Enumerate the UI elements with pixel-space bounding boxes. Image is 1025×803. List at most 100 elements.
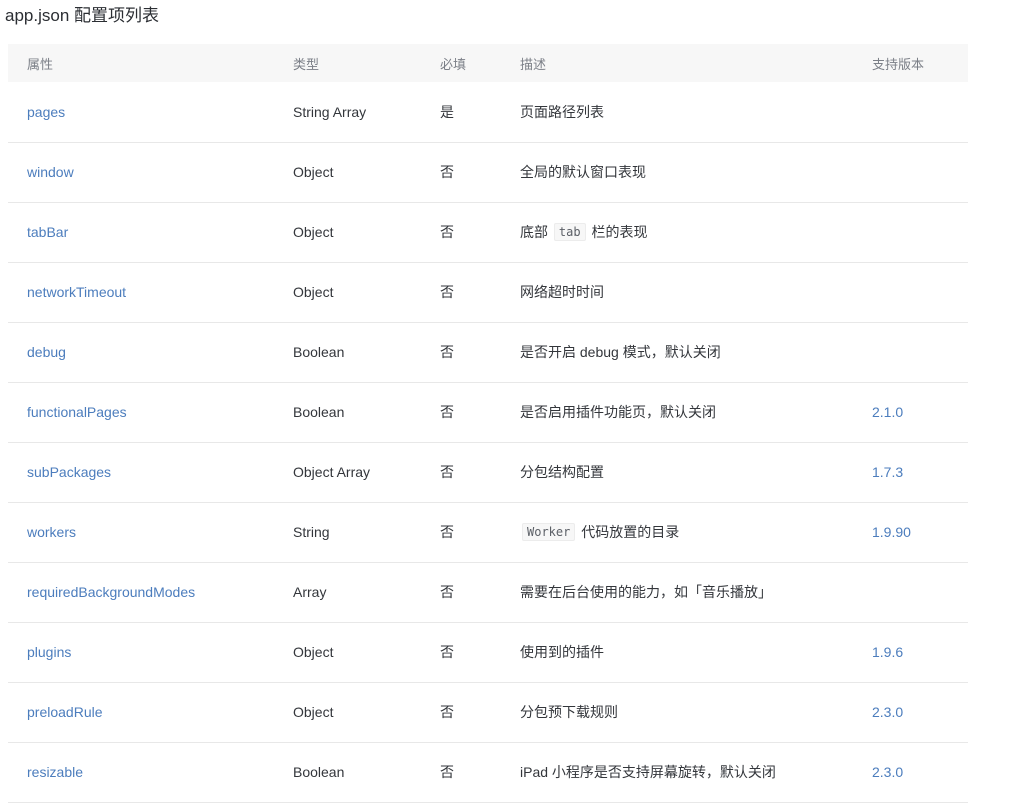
description-cell: 底部 tab 栏的表现	[501, 202, 853, 263]
required-cell: 否	[421, 262, 501, 323]
property-link-pages[interactable]: pages	[27, 104, 65, 120]
description-cell: 网络超时时间	[501, 262, 853, 323]
type-cell: Object	[274, 142, 421, 203]
property-cell: debug	[8, 322, 274, 383]
required-cell: 否	[421, 742, 501, 803]
type-cell: Object	[274, 682, 421, 743]
description-text: 需要在后台使用的能力，如「音乐播放」	[520, 584, 772, 600]
required-cell: 否	[421, 382, 501, 443]
version-cell: 1.9.6	[853, 622, 968, 683]
description-text: 分包结构配置	[520, 464, 604, 480]
description-text: 底部	[520, 224, 552, 240]
property-cell: subPackages	[8, 442, 274, 503]
type-cell: Object	[274, 202, 421, 263]
required-cell: 否	[421, 622, 501, 683]
inline-code: tab	[553, 223, 586, 241]
description-text: 栏的表现	[587, 224, 648, 240]
type-cell: Array	[274, 562, 421, 623]
description-cell: iPad 小程序是否支持屏幕旋转，默认关闭	[501, 742, 853, 803]
table-row-preloadRule: preloadRule Object 否 分包预下载规则 2.3.0	[8, 682, 968, 743]
required-cell: 否	[421, 322, 501, 383]
description-text: 是否开启 debug 模式，默认关闭	[520, 344, 721, 360]
table-row-window: window Object 否 全局的默认窗口表现	[8, 142, 968, 203]
description-cell: 需要在后台使用的能力，如「音乐播放」	[501, 562, 853, 623]
type-cell: Object	[274, 622, 421, 683]
description-cell: 分包预下载规则	[501, 682, 853, 743]
version-link-subPackages[interactable]: 1.7.3	[872, 464, 903, 480]
property-link-subPackages[interactable]: subPackages	[27, 464, 111, 480]
description-cell: 页面路径列表	[501, 82, 853, 143]
property-link-networkTimeout[interactable]: networkTimeout	[27, 284, 126, 300]
property-cell: functionalPages	[8, 382, 274, 443]
table-row-workers: workers String 否 Worker 代码放置的目录 1.9.90	[8, 502, 968, 563]
description-cell: 全局的默认窗口表现	[501, 142, 853, 203]
property-cell: plugins	[8, 622, 274, 683]
property-cell: requiredBackgroundModes	[8, 562, 274, 623]
version-link-plugins[interactable]: 1.9.6	[872, 644, 903, 660]
column-header-type: 类型	[274, 44, 421, 82]
required-cell: 否	[421, 562, 501, 623]
version-cell	[853, 562, 968, 623]
table-row-functionalPages: functionalPages Boolean 否 是否启用插件功能页，默认关闭 2.1…	[8, 382, 968, 443]
property-link-plugins[interactable]: plugins	[27, 644, 71, 660]
inline-code: Worker	[522, 523, 576, 541]
version-cell	[853, 82, 968, 143]
property-link-debug[interactable]: debug	[27, 344, 66, 360]
required-cell: 否	[421, 502, 501, 563]
property-link-preloadRule[interactable]: preloadRule	[27, 704, 103, 720]
type-cell: Boolean	[274, 322, 421, 383]
table-row-subPackages: subPackages Object Array 否 分包结构配置 1.7.3	[8, 442, 968, 503]
property-cell: pages	[8, 82, 274, 143]
version-link-functionalPages[interactable]: 2.1.0	[872, 404, 903, 420]
table-row-plugins: plugins Object 否 使用到的插件 1.9.6	[8, 622, 968, 683]
description-text: iPad 小程序是否支持屏幕旋转，默认关闭	[520, 764, 776, 780]
type-cell: Object Array	[274, 442, 421, 503]
property-cell: window	[8, 142, 274, 203]
version-cell	[853, 142, 968, 203]
version-link-preloadRule[interactable]: 2.3.0	[872, 704, 903, 720]
version-cell	[853, 322, 968, 383]
required-cell: 否	[421, 142, 501, 203]
table-row-networkTimeout: networkTimeout Object 否 网络超时时间	[8, 262, 968, 323]
table-row-debug: debug Boolean 否 是否开启 debug 模式，默认关闭	[8, 322, 968, 383]
page-title: app.json 配置项列表	[5, 6, 159, 25]
table-row-tabBar: tabBar Object 否底部 tab 栏的表现	[8, 202, 968, 263]
version-cell	[853, 202, 968, 263]
property-cell: networkTimeout	[8, 262, 274, 323]
type-cell: Object	[274, 262, 421, 323]
property-link-resizable[interactable]: resizable	[27, 764, 83, 780]
version-link-workers[interactable]: 1.9.90	[872, 524, 911, 540]
description-cell: 分包结构配置	[501, 442, 853, 503]
table-row-pages: pages String Array 是 页面路径列表	[8, 82, 968, 143]
description-cell: Worker 代码放置的目录	[501, 502, 853, 563]
config-table: 属性 类型 必填 描述 支持版本 pages String Array 是页面路径列表 win…	[8, 44, 968, 803]
version-cell: 1.7.3	[853, 442, 968, 503]
version-cell: 2.1.0	[853, 382, 968, 443]
description-cell: 是否启用插件功能页，默认关闭	[501, 382, 853, 443]
description-text: 页面路径列表	[520, 103, 604, 120]
type-cell: String	[274, 502, 421, 563]
description-cell: 是否开启 debug 模式，默认关闭	[501, 322, 853, 383]
table-body: pages String Array 是页面路径列表 window Object 否全局的…	[8, 82, 968, 803]
version-cell: 2.3.0	[853, 682, 968, 743]
column-header-version: 支持版本	[853, 44, 968, 82]
property-link-window[interactable]: window	[27, 164, 74, 180]
type-cell: Boolean	[274, 382, 421, 443]
property-cell: tabBar	[8, 202, 274, 263]
required-cell: 否	[421, 442, 501, 503]
property-cell: workers	[8, 502, 274, 563]
property-link-requiredBackgroundModes[interactable]: requiredBackgroundModes	[27, 584, 195, 600]
type-cell: Boolean	[274, 742, 421, 803]
table-header-row: 属性 类型 必填 描述 支持版本	[8, 44, 968, 82]
property-link-functionalPages[interactable]: functionalPages	[27, 404, 127, 420]
required-cell: 是	[421, 82, 501, 143]
version-cell	[853, 262, 968, 323]
column-header-required: 必填	[421, 44, 501, 82]
table-row-requiredBackgroundModes: requiredBackgroundModes Array 否 需要在后台使用的能力，…	[8, 562, 968, 623]
description-text: 全局的默认窗口表现	[520, 164, 646, 180]
type-cell: String Array	[274, 82, 421, 143]
property-link-tabBar[interactable]: tabBar	[27, 224, 68, 240]
property-link-workers[interactable]: workers	[27, 524, 76, 540]
property-cell: resizable	[8, 742, 274, 803]
version-link-resizable[interactable]: 2.3.0	[872, 764, 903, 780]
